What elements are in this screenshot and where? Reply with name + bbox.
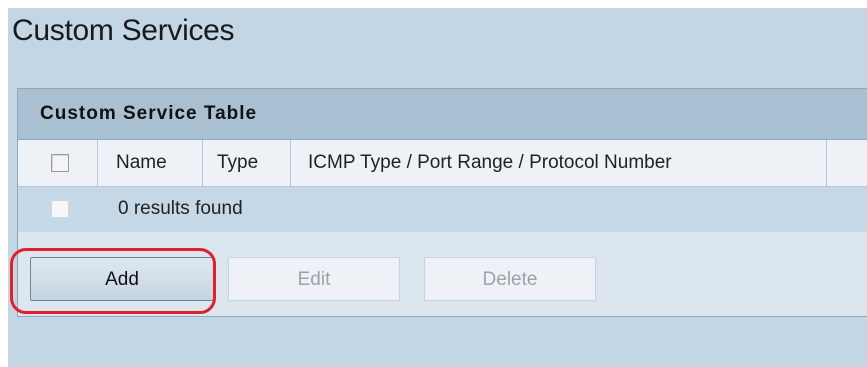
column-header-port-range[interactable]: ICMP Type / Port Range / Protocol Number [292,140,827,186]
edit-button[interactable]: Edit [228,257,400,301]
select-all-cell [18,140,98,186]
row-checkbox [51,200,69,218]
empty-results-row: 0 results found [18,187,867,231]
table-title-bar: Custom Service Table [18,89,867,140]
empty-results-text: 0 results found [118,198,243,219]
page-title: Custom Services [12,14,235,47]
highlight-annotation [10,248,216,314]
table-header-row: Name Type ICMP Type / Port Range / Proto… [18,140,867,187]
delete-button[interactable]: Delete [424,257,596,301]
table-title: Custom Service Table [40,103,258,124]
column-header-name[interactable]: Name [98,140,203,186]
column-header-type[interactable]: Type [204,140,291,186]
select-all-checkbox[interactable] [51,154,69,172]
